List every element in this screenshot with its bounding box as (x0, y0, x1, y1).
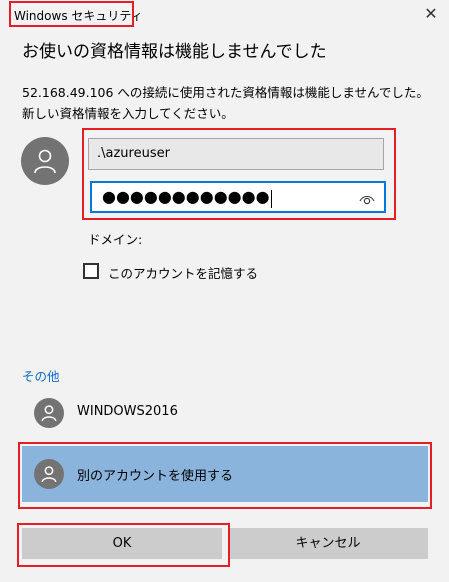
password-mask: ●●●●●●●●●●●● (102, 187, 270, 206)
account-label: WINDOWS2016 (77, 404, 178, 419)
message-line-1: 52.168.49.106 への接続に使用された資格情報は機能しませんでした。 (22, 85, 429, 100)
domain-label: ドメイン: (88, 232, 143, 247)
others-label: その他 (22, 369, 60, 384)
user-avatar-icon (34, 398, 64, 428)
user-avatar-icon (21, 137, 69, 185)
username-value: .\azureuser (97, 146, 170, 161)
text-caret (270, 189, 272, 208)
close-icon[interactable]: ✕ (420, 3, 442, 25)
remember-label[interactable]: このアカウントを記憶する (108, 263, 258, 282)
eye-icon[interactable] (359, 189, 375, 217)
remember-checkbox[interactable] (83, 263, 99, 279)
user-avatar-icon (34, 459, 64, 489)
username-field[interactable]: .\azureuser (88, 138, 384, 170)
password-field[interactable]: ●●●●●●●●●●●● (90, 181, 386, 213)
account-label: 別のアカウントを使用する (77, 469, 234, 484)
cancel-button[interactable]: キャンセル (228, 528, 428, 559)
ok-button[interactable]: OK (22, 528, 222, 559)
dialog-message: 52.168.49.106 への接続に使用された資格情報は機能しませんでした。 … (22, 82, 442, 124)
message-line-2: 新しい資格情報を入力してください。 (22, 106, 234, 121)
window-title: Windows セキュリティ (14, 9, 143, 23)
dialog-heading: お使いの資格情報は機能しませんでした (22, 42, 327, 62)
account-row-windows2016[interactable]: WINDOWS2016 (22, 386, 428, 442)
account-row-other[interactable]: 別のアカウントを使用する (22, 446, 428, 502)
